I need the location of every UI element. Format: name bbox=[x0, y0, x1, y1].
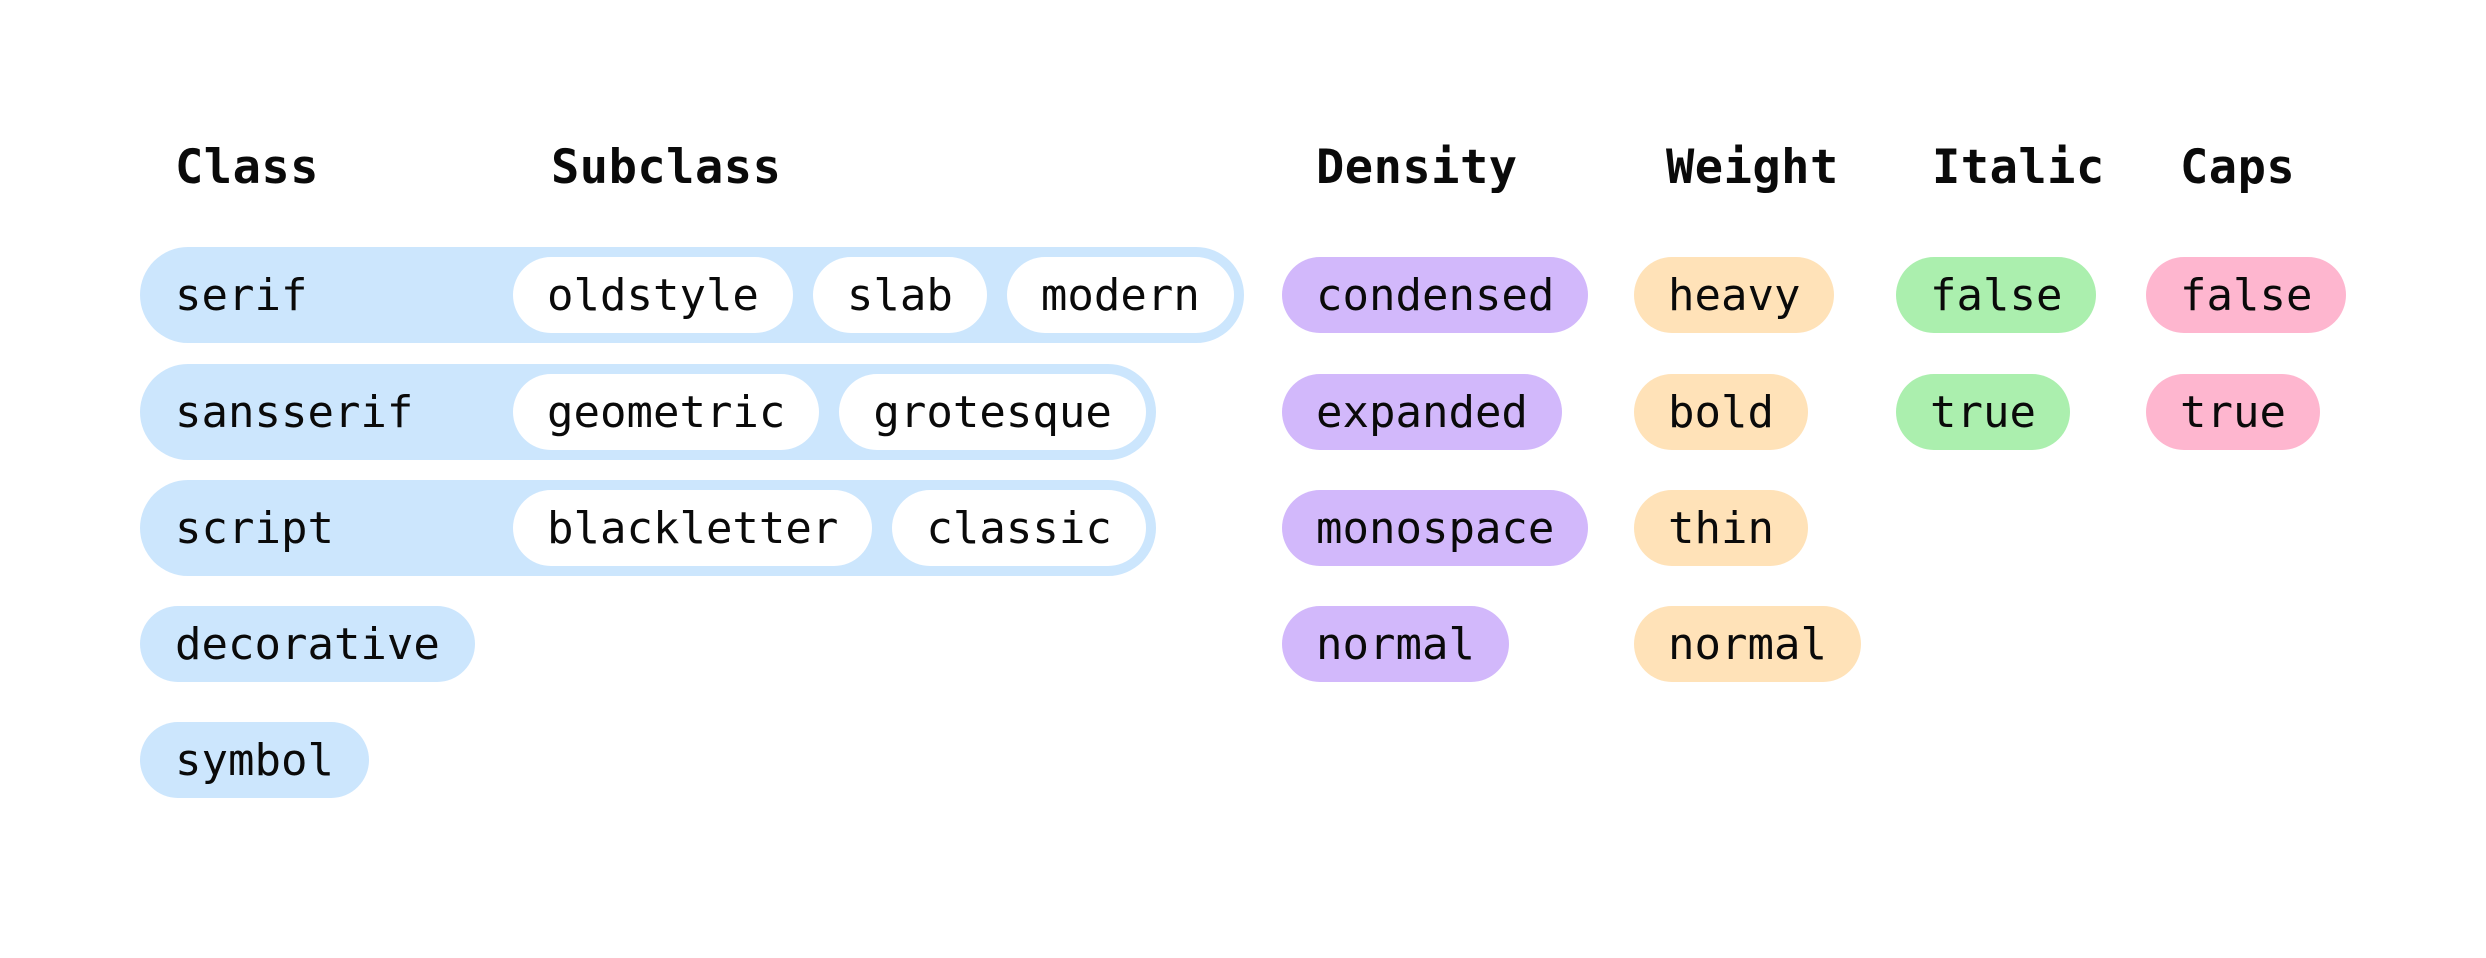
header-class: Class bbox=[175, 140, 319, 195]
row-slot: serif oldstyle slab modern bbox=[140, 247, 1244, 343]
subclass-group: blackletter classic bbox=[513, 490, 1146, 566]
density-pill-expanded: expanded bbox=[1282, 374, 1562, 450]
class-row-serif: serif oldstyle slab modern bbox=[140, 247, 1244, 343]
row-slot: true bbox=[2146, 364, 2320, 460]
row-slot: normal bbox=[1634, 596, 1861, 692]
row-slot: monospace bbox=[1282, 480, 1589, 576]
caps-pill-false: false bbox=[2146, 257, 2347, 333]
class-pill-decorative: decorative bbox=[140, 606, 475, 682]
density-pill-normal: normal bbox=[1282, 606, 1509, 682]
row-slot: true bbox=[1896, 364, 2070, 460]
row-slot: script blackletter classic bbox=[140, 480, 1156, 576]
header-subclass: Subclass bbox=[551, 140, 782, 195]
row-slot: bold bbox=[1634, 364, 1808, 460]
subclass-pill-slab: slab bbox=[812, 257, 987, 333]
row-slot: normal bbox=[1282, 596, 1509, 692]
subclass-group: oldstyle slab modern bbox=[513, 257, 1234, 333]
class-row-sansserif: sansserif geometric grotesque bbox=[140, 364, 1156, 460]
header-density: Density bbox=[1316, 140, 1518, 195]
header-caps: Caps bbox=[2180, 140, 2296, 195]
weight-pill-bold: bold bbox=[1634, 374, 1808, 450]
italic-pill-false: false bbox=[1896, 257, 2097, 333]
density-pill-condensed: condensed bbox=[1282, 257, 1589, 333]
weight-pill-normal: normal bbox=[1634, 606, 1861, 682]
subclass-pill-blackletter: blackletter bbox=[513, 490, 873, 566]
row-slot: decorative bbox=[140, 596, 475, 692]
subclass-group: geometric grotesque bbox=[513, 374, 1146, 450]
row-slot: thin bbox=[1634, 480, 1808, 576]
class-label: sansserif bbox=[175, 386, 414, 438]
row-slot: false bbox=[2146, 247, 2347, 343]
header-italic: Italic bbox=[1932, 140, 2105, 195]
row-slot: false bbox=[1896, 247, 2097, 343]
class-pill-symbol: symbol bbox=[140, 722, 369, 798]
class-row-script: script blackletter classic bbox=[140, 480, 1156, 576]
subclass-pill-classic: classic bbox=[892, 490, 1146, 566]
density-pill-monospace: monospace bbox=[1282, 490, 1589, 566]
subclass-pill-modern: modern bbox=[1006, 257, 1234, 333]
weight-pill-heavy: heavy bbox=[1634, 257, 1835, 333]
class-label: script bbox=[175, 502, 334, 554]
row-slot: expanded bbox=[1282, 364, 1562, 460]
caps-pill-true: true bbox=[2146, 374, 2320, 450]
subclass-pill-grotesque: grotesque bbox=[839, 374, 1146, 450]
row-slot: heavy bbox=[1634, 247, 1835, 343]
row-slot: symbol bbox=[140, 712, 369, 808]
header-weight: Weight bbox=[1666, 140, 1839, 195]
italic-pill-true: true bbox=[1896, 374, 2070, 450]
row-slot: sansserif geometric grotesque bbox=[140, 364, 1156, 460]
subclass-pill-oldstyle: oldstyle bbox=[513, 257, 793, 333]
subclass-pill-geometric: geometric bbox=[513, 374, 820, 450]
row-slot: condensed bbox=[1282, 247, 1589, 343]
class-label: serif bbox=[175, 269, 308, 321]
weight-pill-thin: thin bbox=[1634, 490, 1808, 566]
